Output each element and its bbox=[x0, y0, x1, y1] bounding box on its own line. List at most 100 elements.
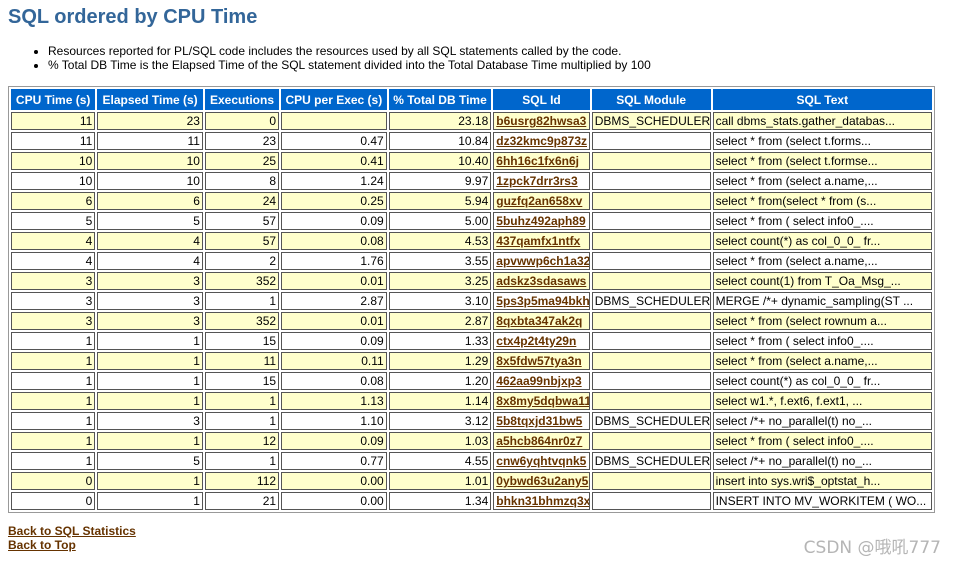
table-row: 4 4 2 1.76 3.55 apvwwp6ch1a32 select * from (s… bbox=[11, 252, 932, 270]
cell-cpu-per-exec: 0.25 bbox=[281, 192, 387, 210]
cell-cpu-per-exec: 1.10 bbox=[281, 412, 387, 430]
cell-cpu-per-exec bbox=[281, 112, 387, 130]
table-row: 1 1 11 0.11 1.29 8x5fdw57tya3n select * from (… bbox=[11, 352, 932, 370]
sql-id-link[interactable]: apvwwp6ch1a32 bbox=[496, 254, 588, 268]
cell-sql-id: 8x8my5dqbwa11 bbox=[493, 392, 590, 410]
sql-id-link[interactable]: 6hh16c1fx6n6j bbox=[496, 154, 579, 168]
cell-cpu-per-exec: 0.01 bbox=[281, 272, 387, 290]
cell-sql-text: select /*+ no_parallel(t) no_... bbox=[712, 412, 932, 430]
cell-sql-text: select * from (select t.formse... bbox=[712, 152, 932, 170]
cell-executions: 15 bbox=[204, 332, 280, 350]
table-row: 3 3 352 0.01 2.87 8qxbta347ak2q select * from … bbox=[11, 312, 932, 330]
sql-id-link[interactable]: 8qxbta347ak2q bbox=[496, 314, 582, 328]
sql-id-link[interactable]: cnw6yqhtvqnk5 bbox=[496, 454, 586, 468]
cell-sql-text: INSERT INTO MV_WORKITEM ( WO... bbox=[712, 492, 932, 510]
cell-elapsed-time: 1 bbox=[97, 332, 203, 350]
cell-sql-module bbox=[591, 212, 711, 230]
sql-id-link[interactable]: 8x8my5dqbwa11 bbox=[496, 394, 588, 408]
cell-elapsed-time: 1 bbox=[97, 432, 203, 450]
column-header-executions: Executions bbox=[204, 89, 280, 110]
cell-sql-text: call dbms_stats.gather_databas... bbox=[712, 112, 932, 130]
sql-id-link[interactable]: dz32kmc9p873z bbox=[496, 134, 587, 148]
cell-sql-id: 1zpck7drr3rs3 bbox=[493, 172, 590, 190]
cell-elapsed-time: 1 bbox=[97, 472, 203, 490]
sql-id-link[interactable]: 462aa99nbjxp3 bbox=[496, 374, 581, 388]
table-row: 1 1 1 1.13 1.14 8x8my5dqbwa11 select w1.*, f.e… bbox=[11, 392, 932, 410]
table-row: 3 3 1 2.87 3.10 5ps3p5ma94bkh DBMS_SCHEDULER ME… bbox=[11, 292, 932, 310]
cell-elapsed-time: 4 bbox=[97, 232, 203, 250]
sql-id-link[interactable]: 0ybwd63u2any5 bbox=[496, 474, 588, 488]
cell-sql-id: 437qamfx1ntfx bbox=[493, 232, 590, 250]
sql-id-link[interactable]: 8x5fdw57tya3n bbox=[496, 354, 581, 368]
cell-sql-id: 462aa99nbjxp3 bbox=[493, 372, 590, 390]
cell-executions: 1 bbox=[204, 452, 280, 470]
cell-cpu-per-exec: 0.08 bbox=[281, 372, 387, 390]
sql-id-link[interactable]: 5b8tqxjd31bw5 bbox=[496, 414, 582, 428]
cell-cpu-per-exec: 0.01 bbox=[281, 312, 387, 330]
cell-executions: 112 bbox=[204, 472, 280, 490]
cell-cpu-time: 1 bbox=[11, 352, 96, 370]
cell-cpu-per-exec: 0.00 bbox=[281, 492, 387, 510]
cell-cpu-time: 3 bbox=[11, 292, 96, 310]
cell-executions: 12 bbox=[204, 432, 280, 450]
sql-id-link[interactable]: 437qamfx1ntfx bbox=[496, 234, 580, 248]
cell-sql-module bbox=[591, 472, 711, 490]
cell-cpu-time: 3 bbox=[11, 312, 96, 330]
sql-id-link[interactable]: guzfq2an658xv bbox=[496, 194, 582, 208]
cell-cpu-time: 3 bbox=[11, 272, 96, 290]
cell-cpu-per-exec: 2.87 bbox=[281, 292, 387, 310]
cell-sql-module bbox=[591, 392, 711, 410]
sql-id-link[interactable]: 5ps3p5ma94bkh bbox=[496, 294, 588, 308]
column-header-sql-text: SQL Text bbox=[712, 89, 932, 110]
back-to-top-link[interactable]: Back to Top bbox=[8, 538, 136, 552]
table-row: 3 3 352 0.01 3.25 adskz3sdasaws select count(1… bbox=[11, 272, 932, 290]
cell-sql-module bbox=[591, 312, 711, 330]
table-row: 1 1 15 0.09 1.33 ctx4p2t4ty29n select * from (… bbox=[11, 332, 932, 350]
cell-sql-text: select count(*) as col_0_0_ fr... bbox=[712, 232, 932, 250]
sql-id-link[interactable]: b6usrg82hwsa3 bbox=[496, 114, 586, 128]
cell-pct-total-db-time: 3.10 bbox=[388, 292, 492, 310]
cell-sql-id: 0ybwd63u2any5 bbox=[493, 472, 590, 490]
cell-elapsed-time: 4 bbox=[97, 252, 203, 270]
table-row: 11 23 0 23.18 b6usrg82hwsa3 DBMS_SCHEDULER cal… bbox=[11, 112, 932, 130]
sql-id-link[interactable]: 1zpck7drr3rs3 bbox=[496, 174, 577, 188]
cell-cpu-per-exec: 0.09 bbox=[281, 212, 387, 230]
cell-executions: 21 bbox=[204, 492, 280, 510]
cell-executions: 1 bbox=[204, 412, 280, 430]
cell-sql-module: DBMS_SCHEDULER bbox=[591, 412, 711, 430]
sql-id-link[interactable]: ctx4p2t4ty29n bbox=[496, 334, 576, 348]
cell-cpu-time: 11 bbox=[11, 132, 96, 150]
cell-pct-total-db-time: 23.18 bbox=[388, 112, 492, 130]
cell-pct-total-db-time: 1.29 bbox=[388, 352, 492, 370]
sql-id-link[interactable]: bhkn31bhmzq3x bbox=[496, 494, 588, 508]
cell-pct-total-db-time: 3.55 bbox=[388, 252, 492, 270]
cell-executions: 15 bbox=[204, 372, 280, 390]
cell-sql-id: 6hh16c1fx6n6j bbox=[493, 152, 590, 170]
cell-sql-text: select * from (select a.name,... bbox=[712, 352, 932, 370]
cell-elapsed-time: 3 bbox=[97, 272, 203, 290]
cell-cpu-time: 4 bbox=[11, 252, 96, 270]
sql-cpu-time-table: CPU Time (s) Elapsed Time (s) Executions CP… bbox=[8, 86, 935, 513]
column-header-sql-module: SQL Module bbox=[591, 89, 711, 110]
cell-sql-text: select * from (select a.name,... bbox=[712, 252, 932, 270]
cell-cpu-per-exec: 0.09 bbox=[281, 432, 387, 450]
table-row: 1 1 15 0.08 1.20 462aa99nbjxp3 select count(*)… bbox=[11, 372, 932, 390]
sql-id-link[interactable]: adskz3sdasaws bbox=[496, 274, 586, 288]
cell-sql-text: select w1.*, f.ext6, f.ext1, ... bbox=[712, 392, 932, 410]
cell-sql-id: a5hcb864nr0z7 bbox=[493, 432, 590, 450]
sql-id-link[interactable]: a5hcb864nr0z7 bbox=[496, 434, 582, 448]
cell-pct-total-db-time: 1.03 bbox=[388, 432, 492, 450]
cell-cpu-per-exec: 0.09 bbox=[281, 332, 387, 350]
cell-sql-module bbox=[591, 132, 711, 150]
cell-sql-module bbox=[591, 492, 711, 510]
cell-pct-total-db-time: 1.01 bbox=[388, 472, 492, 490]
cell-cpu-per-exec: 0.00 bbox=[281, 472, 387, 490]
cell-sql-text: select * from (select rownum a... bbox=[712, 312, 932, 330]
table-row: 4 4 57 0.08 4.53 437qamfx1ntfx select count(*)… bbox=[11, 232, 932, 250]
cell-elapsed-time: 23 bbox=[97, 112, 203, 130]
table-row: 0 1 112 0.00 1.01 0ybwd63u2any5 insert into sy… bbox=[11, 472, 932, 490]
cell-sql-module bbox=[591, 252, 711, 270]
back-to-sql-statistics-link[interactable]: Back to SQL Statistics bbox=[8, 524, 136, 538]
sql-id-link[interactable]: 5buhz492aph89 bbox=[496, 214, 585, 228]
cell-elapsed-time: 3 bbox=[97, 412, 203, 430]
